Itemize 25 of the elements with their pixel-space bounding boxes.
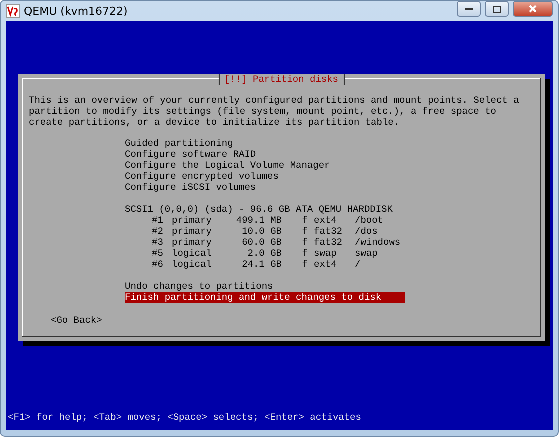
menu-item[interactable]: Guided partitioning	[125, 138, 234, 149]
partition-row[interactable]: #5 logical 2.0 GB f swap swap	[152, 248, 410, 259]
close-icon	[529, 5, 537, 13]
menu-item[interactable]: Finish partitioning and write changes to disk	[125, 292, 405, 303]
menu-item[interactable]: Configure encrypted volumes	[125, 171, 279, 182]
maximize-icon	[493, 6, 501, 12]
partition-row[interactable]: #1 primary 499.1 MB f ext4 /boot	[152, 215, 410, 226]
menu-item[interactable]: Configure software RAID	[125, 149, 256, 160]
description-text: This is an overview of your currently configured partitions and mount points. Select a partition to modify its settings (file system, mount point, etc.), a free space to create partitions, or a device to initialize its partition table.	[29, 95, 520, 128]
status-bar-text: <F1> for help; <Tab> moves; <Space> selects; <Enter> activates	[7, 412, 362, 423]
close-button[interactable]	[513, 1, 553, 17]
menu-item[interactable]: Configure the Logical Volume Manager	[125, 160, 330, 171]
menu-item[interactable]: Configure iSCSI volumes	[125, 182, 256, 193]
app-icon	[6, 4, 20, 18]
window-title: QEMU (kvm16722)	[24, 4, 129, 18]
disk-entry[interactable]: SCSI1 (0,0,0) (sda) - 96.6 GB ATA QEMU HARDDISK	[125, 204, 393, 215]
dialog-title: [!!] Partition disks	[218, 74, 345, 85]
minimize-button[interactable]	[457, 1, 481, 17]
partition-row[interactable]: #6 logical 24.1 GB f ext4 /	[152, 259, 410, 270]
maximize-button[interactable]	[485, 1, 509, 17]
go-back-button[interactable]: <Go Back>	[51, 315, 102, 326]
partition-row[interactable]: #3 primary 60.0 GB f fat32 /windows	[152, 237, 410, 248]
minimize-icon	[465, 7, 473, 11]
partition-row[interactable]: #2 primary 10.0 GB f fat32 /dos	[152, 226, 410, 237]
menu-item[interactable]: Undo changes to partitions	[125, 281, 274, 292]
